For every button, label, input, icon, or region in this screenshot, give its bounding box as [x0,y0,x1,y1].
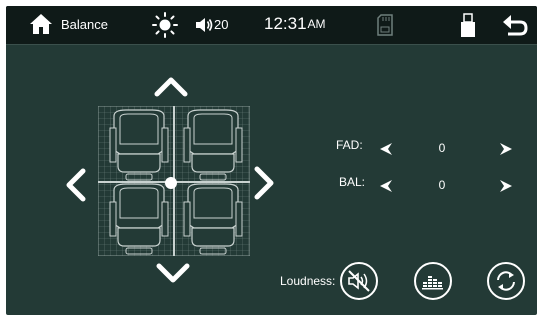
page-title: Balance [61,17,108,32]
usb-icon [460,11,476,39]
back-icon[interactable] [502,13,528,37]
balance-right-button[interactable] [253,166,275,200]
clock: 12:31 AM [264,14,326,34]
loudness-muted-icon [348,270,370,292]
bal-label: BAL: [339,175,366,189]
loudness-label: Loudness: [280,274,336,288]
clock-time: 12:31 [264,14,307,33]
speaker-icon[interactable] [194,15,214,35]
bal-decrease-button[interactable] [379,179,393,193]
top-bar: Balance 20 12:31 AM [6,6,537,45]
reset-button[interactable] [487,262,525,300]
bal-value: 0 [438,178,446,192]
bal-increase-button[interactable] [499,179,513,193]
equalizer-icon [422,276,443,290]
equalizer-button[interactable] [414,262,452,300]
fad-increase-button[interactable] [499,142,513,156]
sun-icon[interactable] [152,12,178,38]
home-icon[interactable] [28,12,54,36]
screen: Balance 20 12:31 AM FAD: 0 BAL: 0 Loudne… [0,0,543,321]
fad-label: FAD: [336,138,363,152]
fad-value: 0 [438,141,446,155]
fad-decrease-button[interactable] [379,142,393,156]
sd-card-icon [377,14,393,36]
fade-front-button[interactable] [154,76,188,98]
reset-icon [497,271,515,291]
loudness-button[interactable] [340,262,378,300]
balance-panel: Balance 20 12:31 AM FAD: 0 BAL: 0 Loudne… [6,6,537,315]
balance-left-button[interactable] [65,168,87,202]
fade-rear-button[interactable] [156,262,190,284]
clock-ampm: AM [307,17,326,31]
volume-level: 20 [214,17,229,32]
balance-position-marker[interactable] [165,177,177,189]
